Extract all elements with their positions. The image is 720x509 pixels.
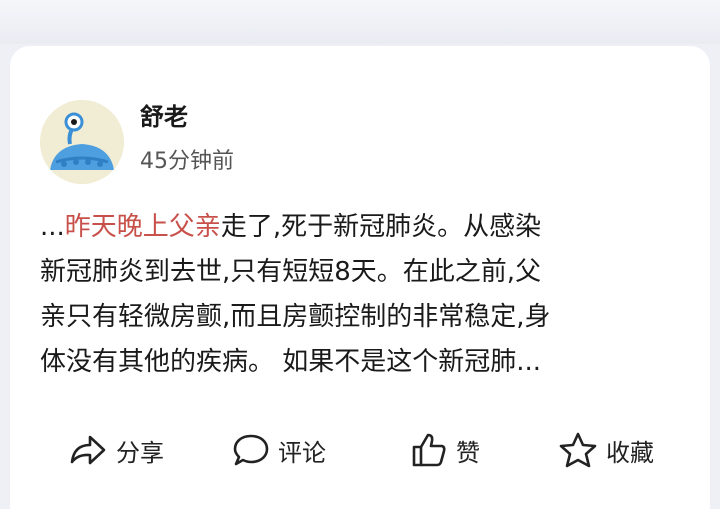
highlighted-text: 昨天晚上父亲 (64, 212, 221, 242)
top-strip (0, 0, 720, 44)
ellipsis-prefix: ... (40, 212, 65, 242)
comment-icon (233, 434, 269, 466)
post-time: 45分钟前 (140, 149, 234, 174)
favorite-label: 收藏 (606, 438, 654, 467)
avatar-cartoon-icon (40, 100, 124, 184)
share-button[interactable]: 分享 (68, 428, 164, 472)
post-line-3: 亲只有轻微房颤,而且房颤控制的非常稳定,身 (40, 302, 551, 332)
action-bar: 分享 评论 赞 收藏 (68, 428, 708, 472)
comment-button[interactable]: 评论 (232, 428, 326, 472)
author-name[interactable]: 舒老 (140, 100, 188, 134)
like-label: 赞 (456, 438, 480, 467)
post-line-2: 新冠肺炎到去世,只有短短8天。在此之前,父 (40, 257, 542, 287)
post-line-4: 体没有其他的疾病。 如果不是这个新冠肺... (40, 347, 542, 377)
thumbs-up-icon (412, 433, 446, 467)
share-icon (70, 435, 106, 465)
like-button[interactable]: 赞 (410, 428, 480, 472)
comment-label: 评论 (278, 438, 326, 467)
share-label: 分享 (116, 438, 164, 467)
star-icon (559, 432, 597, 468)
post-body[interactable]: ...昨天晚上父亲走了,死于新冠肺炎。从感染 新冠肺炎到去世,只有短短8天。在此… (40, 205, 690, 385)
post-line-1-text: 走了,死于新冠肺炎。从感染 (220, 212, 542, 242)
post-line-1: ...昨天晚上父亲走了,死于新冠肺炎。从感染 (40, 205, 690, 250)
avatar[interactable] (40, 100, 124, 184)
favorite-button[interactable]: 收藏 (558, 428, 654, 472)
